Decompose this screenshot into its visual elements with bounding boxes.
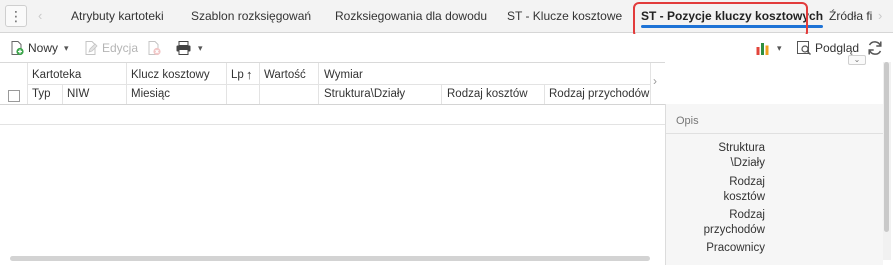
new-document-icon <box>11 41 24 56</box>
panel-divider <box>666 133 884 134</box>
new-button[interactable]: Nowy ▾ <box>9 39 69 57</box>
column-header-niw[interactable]: NIW <box>67 88 89 100</box>
tab-st-klucze-kosztowe[interactable]: ST - Klucze kosztowe <box>507 0 622 33</box>
kebab-icon: ⋮ <box>9 7 23 24</box>
column-header-wymiar[interactable]: Wymiar <box>324 69 363 81</box>
chevron-down-icon: ⌄ <box>853 55 861 64</box>
column-header-lp[interactable]: Lp <box>231 69 244 81</box>
print-button[interactable]: ▾ <box>175 39 203 57</box>
edit-button[interactable]: Edycja <box>83 39 138 57</box>
tab-label: Szablon rozksięgowań <box>191 9 312 23</box>
column-divider <box>226 63 227 104</box>
sort-up-icon[interactable]: ↑ <box>246 67 253 82</box>
column-divider <box>544 84 545 104</box>
edit-button-label: Edycja <box>102 41 139 55</box>
panel-label-rodzaj-kosztow: Rodzaj kosztów <box>723 176 765 203</box>
panel-label-rodzaj-przychodow: Rodzaj przychodów <box>703 209 765 236</box>
active-tab-highlight <box>633 2 808 38</box>
column-divider <box>318 63 319 104</box>
column-header-struktura-dzialy[interactable]: Struktura\Działy <box>324 88 405 100</box>
tab-scroll-right-icon[interactable]: › <box>878 8 882 23</box>
column-header-kartoteka[interactable]: Kartoteka <box>32 69 81 81</box>
panel-collapse-handle[interactable]: ⌄ <box>848 55 866 65</box>
delete-button[interactable] <box>146 39 162 57</box>
preview-button-label: Podgląd <box>815 41 860 55</box>
panel-label-pracownicy: Pracownicy <box>706 242 765 254</box>
delete-document-icon <box>148 41 161 56</box>
header-bottom-border <box>0 104 665 105</box>
vertical-scrollbar-thumb[interactable] <box>884 62 889 232</box>
column-header-miesiac[interactable]: Miesiąc <box>131 88 170 100</box>
column-divider <box>126 63 127 104</box>
column-divider <box>62 84 63 104</box>
printer-icon <box>176 41 191 55</box>
column-header-rodzaj-kosztow[interactable]: Rodzaj kosztów <box>447 88 528 100</box>
column-header-wartosc[interactable]: Wartość <box>264 69 306 81</box>
edit-icon <box>85 41 98 55</box>
tab-label: Źródła fi <box>829 9 873 23</box>
data-grid: Kartoteka Klucz kosztowy Lp ↑ Wartość Wy… <box>0 62 665 261</box>
panel-label-struktura-dzialy: Struktura \Działy <box>718 142 765 169</box>
horizontal-scrollbar[interactable] <box>10 256 650 261</box>
panel-title: Opis <box>676 115 699 127</box>
bar-chart-icon <box>756 43 769 55</box>
grid-scroll-right-icon[interactable]: › <box>653 74 657 88</box>
tab-label: ST - Klucze kosztowe <box>507 9 623 23</box>
column-header-rodzaj-przychodow[interactable]: Rodzaj przychodów <box>549 88 649 100</box>
refresh-icon <box>868 41 882 55</box>
tab-label: Rozksiegowania dla dowodu <box>335 9 488 23</box>
header-divider <box>27 84 650 85</box>
kebab-menu-button[interactable]: ⋮ <box>5 5 27 27</box>
chevron-down-icon[interactable]: ▾ <box>777 43 782 54</box>
row-divider <box>0 124 665 125</box>
tab-scroll-left-icon[interactable]: ‹ <box>38 8 42 23</box>
tab-label: Atrybuty kartoteki <box>71 9 164 23</box>
new-button-label: Nowy <box>28 41 59 55</box>
column-header-klucz-kosztowy[interactable]: Klucz kosztowy <box>131 69 210 81</box>
column-divider <box>441 84 442 104</box>
column-header-typ[interactable]: Typ <box>32 88 51 100</box>
vertical-scrollbar[interactable] <box>883 62 891 260</box>
details-panel: Opis Struktura \Działy Rodzaj kosztów Ro… <box>665 104 884 265</box>
tab-rozksiegowania-dla-dowodu[interactable]: Rozksiegowania dla dowodu <box>335 0 487 33</box>
column-divider <box>259 63 260 104</box>
chevron-down-icon[interactable]: ▾ <box>198 43 203 54</box>
column-divider <box>27 63 28 104</box>
refresh-button[interactable] <box>866 39 884 57</box>
chart-view-button[interactable]: ▾ <box>755 39 782 57</box>
tab-atrybuty-kartoteki[interactable]: Atrybuty kartoteki <box>71 0 164 33</box>
select-all-checkbox[interactable] <box>8 90 20 102</box>
tab-zrodla-fi[interactable]: Źródła fi <box>829 0 872 33</box>
chevron-down-icon[interactable]: ▾ <box>64 43 69 54</box>
toolbar: Nowy ▾ Edycja ▾ ▾ Podgląd <box>0 34 893 62</box>
tab-szablon-rozksiegowan[interactable]: Szablon rozksięgowań <box>191 0 311 33</box>
column-divider <box>650 63 651 104</box>
preview-icon <box>797 41 811 55</box>
